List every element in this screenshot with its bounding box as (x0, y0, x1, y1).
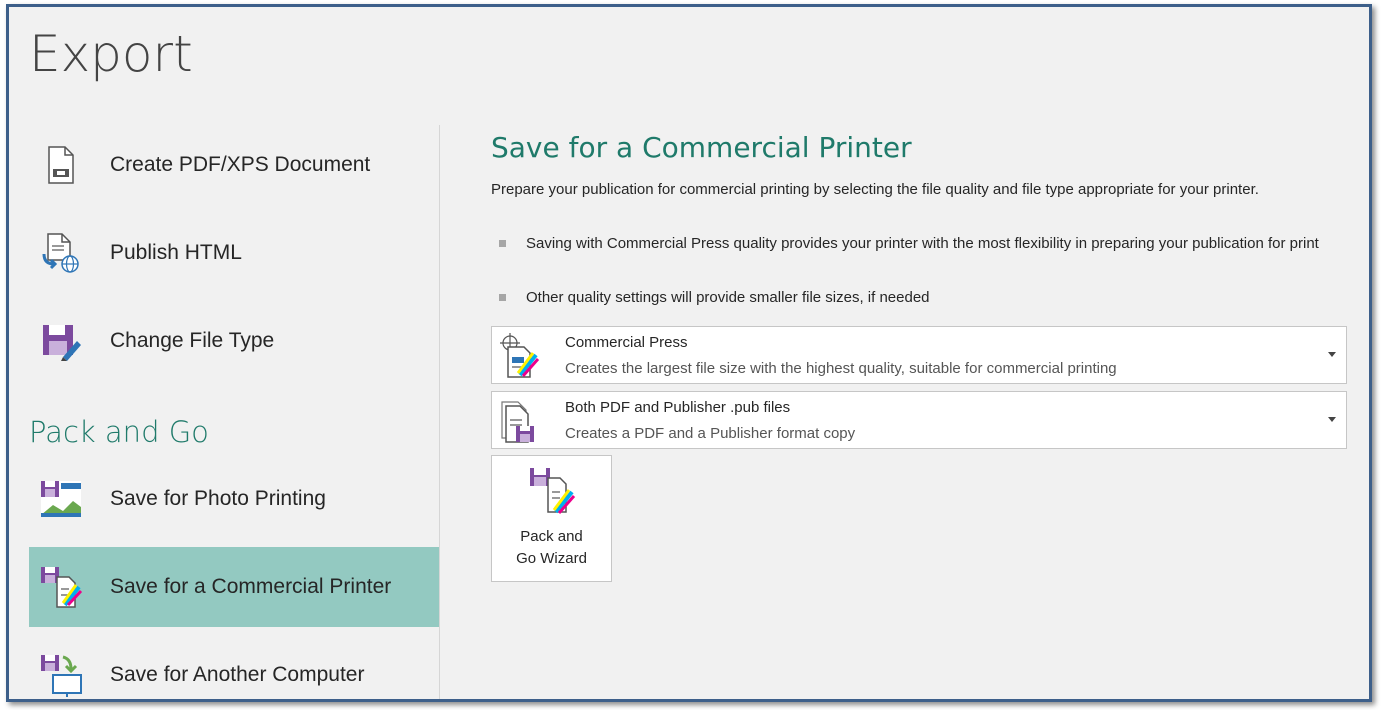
nav-item-label: Save for Photo Printing (110, 487, 326, 510)
nav-divider (439, 125, 440, 699)
publish-html-icon (39, 231, 83, 275)
bullet-text: Saving with Commercial Press quality pro… (526, 235, 1319, 252)
filetype-dropdown[interactable]: Both PDF and Publisher .pub files Create… (491, 391, 1347, 449)
save-as-icon (39, 319, 83, 363)
photo-printing-icon (39, 477, 83, 521)
pack-and-go-wizard-button[interactable]: Pack and Go Wizard (491, 455, 612, 582)
pdf-and-pub-files-icon (498, 398, 542, 444)
pack-and-go-wizard-label: Pack and Go Wizard (516, 528, 587, 567)
nav-item-create-pdf-xps[interactable]: Create PDF/XPS Document (29, 125, 439, 205)
nav-item-save-commercial-printer[interactable]: Save for a Commercial Printer (29, 547, 439, 627)
quality-dropdown-subtitle: Creates the largest file size with the h… (565, 360, 1117, 377)
nav-item-label: Save for a Commercial Printer (110, 575, 392, 598)
nav-item-label: Change File Type (110, 329, 275, 352)
main-description: Prepare your publication for commercial … (491, 181, 1259, 198)
page-title: Export (29, 25, 193, 83)
nav-item-publish-html[interactable]: Publish HTML (29, 213, 439, 293)
commercial-printer-icon (39, 565, 83, 609)
bullet-text: Other quality settings will provide smal… (526, 289, 930, 306)
nav-item-label: Save for Another Computer (110, 663, 365, 686)
section-header-pack-and-go: Pack and Go (29, 415, 209, 449)
bullet-item: Saving with Commercial Press quality pro… (499, 233, 1349, 255)
nav-item-save-another-computer[interactable]: Save for Another Computer (29, 635, 439, 699)
pdf-document-icon (39, 143, 83, 187)
nav-item-save-photo-printing[interactable]: Save for Photo Printing (29, 459, 439, 539)
nav-item-label: Publish HTML (110, 241, 242, 264)
bullet-square-icon (499, 240, 506, 247)
bullet-square-icon (499, 294, 506, 301)
quality-dropdown-title: Commercial Press (565, 334, 688, 351)
main-title: Save for a Commercial Printer (491, 131, 912, 164)
filetype-dropdown-title: Both PDF and Publisher .pub files (565, 399, 791, 416)
nav-item-label: Create PDF/XPS Document (110, 153, 371, 176)
chevron-down-icon (1328, 417, 1336, 422)
nav-item-change-file-type[interactable]: Change File Type (29, 301, 439, 381)
filetype-dropdown-subtitle: Creates a PDF and a Publisher format cop… (565, 425, 856, 442)
bullet-item: Other quality settings will provide smal… (499, 287, 1349, 309)
another-computer-icon (39, 653, 83, 697)
commercial-press-icon (498, 333, 542, 379)
quality-dropdown[interactable]: Commercial Press Creates the largest fil… (491, 326, 1347, 384)
chevron-down-icon (1328, 352, 1336, 357)
export-backstage: Export Create PDF/XPS Document Publish H… (6, 4, 1372, 702)
pack-and-go-wizard-icon (528, 466, 576, 518)
